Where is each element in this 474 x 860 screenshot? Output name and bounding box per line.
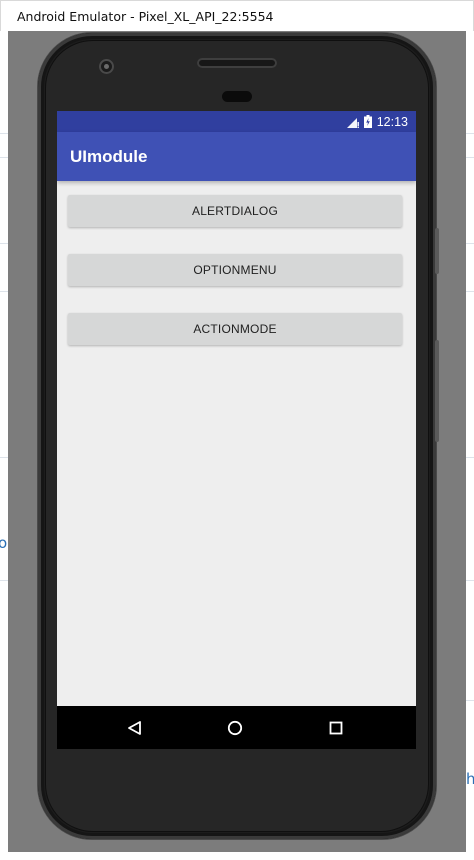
background-divider	[466, 580, 474, 581]
window-title: Android Emulator - Pixel_XL_API_22:5554	[17, 9, 274, 24]
volume-button[interactable]	[435, 228, 439, 274]
action-mode-button[interactable]: ACTIONMODE	[68, 313, 402, 345]
earpiece-speaker	[197, 58, 277, 68]
app-bar: UImodule	[57, 132, 416, 181]
background-divider	[466, 700, 474, 701]
background-text-fragment: h	[466, 770, 474, 788]
nav-back-button[interactable]	[105, 706, 165, 749]
home-icon	[227, 720, 243, 735]
recents-icon	[329, 721, 343, 734]
background-divider	[466, 457, 474, 458]
nav-recents-button[interactable]	[306, 706, 366, 749]
background-divider	[0, 243, 8, 244]
status-clock: 12:13	[376, 114, 408, 129]
background-divider	[466, 291, 474, 292]
nav-home-button[interactable]	[205, 706, 265, 749]
background-divider	[466, 157, 474, 158]
background-divider	[0, 580, 8, 581]
proximity-sensor	[222, 91, 252, 102]
navigation-bar	[57, 706, 416, 749]
signal-icon	[346, 117, 359, 128]
front-camera-icon	[99, 59, 114, 74]
status-bar: 12:13	[57, 111, 416, 132]
battery-icon	[363, 115, 372, 128]
power-button[interactable]	[435, 340, 439, 442]
background-divider	[0, 457, 8, 458]
background-divider	[466, 133, 474, 134]
option-menu-button[interactable]: OPTIONMENU	[68, 254, 402, 286]
app-title: UImodule	[70, 147, 148, 166]
alert-dialog-button[interactable]: ALERTDIALOG	[68, 195, 402, 227]
background-divider	[466, 243, 474, 244]
background-text-fragment: o	[0, 534, 8, 552]
status-icons: 12:13	[346, 114, 408, 129]
emulator-window-titlebar[interactable]: Android Emulator - Pixel_XL_API_22:5554	[0, 0, 474, 31]
back-icon	[128, 720, 141, 735]
background-divider	[0, 157, 8, 158]
background-divider	[0, 133, 8, 134]
device-screen: 12:13 UImodule ALERTDIALOG OPTIONMENU AC…	[57, 111, 416, 749]
background-divider	[0, 291, 8, 292]
